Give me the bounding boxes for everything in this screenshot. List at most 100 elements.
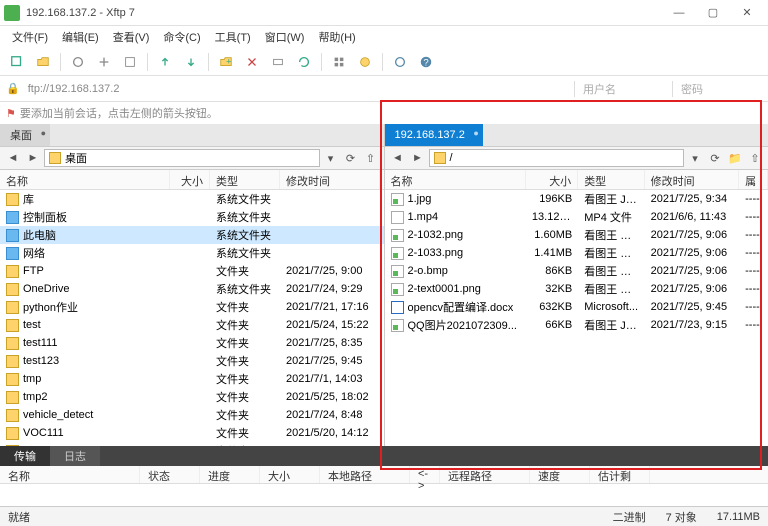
close-tab-icon[interactable]: ● — [473, 128, 478, 138]
close-button[interactable]: ✕ — [730, 1, 764, 25]
props-button[interactable] — [119, 51, 141, 73]
file-row[interactable]: python作业 文件夹2021/7/21, 17:16 — [0, 298, 384, 316]
col-type[interactable]: 类型 — [578, 170, 644, 189]
menu-view[interactable]: 查看(V) — [107, 27, 156, 47]
log-tab[interactable]: 日志 — [50, 446, 100, 466]
file-mtime: 2021/7/25, 9:00 — [280, 264, 380, 278]
remote-file-list[interactable]: 1.jpg196KB看图王 JP...2021/7/25, 9:34----1.… — [385, 190, 768, 446]
file-row[interactable]: 此电脑系统文件夹 — [0, 226, 384, 244]
menu-help[interactable]: 帮助(H) — [312, 27, 361, 47]
refresh-icon[interactable]: ⟳ — [706, 149, 724, 167]
up-icon[interactable]: ⇧ — [362, 149, 380, 167]
fwd-button[interactable]: ► — [24, 149, 42, 167]
password-field[interactable]: 密码 — [672, 81, 762, 97]
file-name: vehicle_detect — [23, 409, 93, 421]
file-row[interactable]: vehicle_detect文件夹2021/7/24, 8:48 — [0, 406, 384, 424]
transfer-list[interactable] — [0, 484, 768, 506]
rename-button[interactable] — [267, 51, 289, 73]
minimize-button[interactable]: — — [662, 1, 696, 25]
transfer-header: 名称 状态 进度 大小 本地路径 <-> 远程路径 速度 估计剩 — [0, 466, 768, 484]
file-row[interactable]: OneDrive系统文件夹2021/7/24, 9:29 — [0, 280, 384, 298]
file-attr: ---- — [739, 192, 768, 206]
file-row[interactable]: tmp2文件夹2021/5/25, 18:02 — [0, 388, 384, 406]
col-mtime[interactable]: 修改时间 — [645, 170, 740, 189]
app-icon — [4, 5, 20, 21]
close-tab-icon[interactable]: ● — [41, 128, 46, 138]
col-size[interactable]: 大小 — [526, 170, 578, 189]
file-row[interactable]: test111文件夹2021/7/25, 8:35 — [0, 334, 384, 352]
remote-tab[interactable]: 192.168.137.2● — [385, 124, 483, 146]
menu-edit[interactable]: 编辑(E) — [56, 27, 105, 47]
transfer-tab[interactable]: 传输 — [0, 446, 50, 466]
folder-icon — [49, 152, 61, 164]
file-mtime: 2021/7/21, 17:16 — [280, 300, 380, 314]
file-row[interactable]: 控制面板系统文件夹 — [0, 208, 384, 226]
file-row[interactable]: test123文件夹2021/7/25, 9:45 — [0, 352, 384, 370]
menu-tool[interactable]: 工具(T) — [209, 27, 257, 47]
new-session-button[interactable] — [6, 51, 28, 73]
disconnect-button[interactable] — [93, 51, 115, 73]
file-row[interactable]: 2-text0001.png32KB看图王 PN...2021/7/25, 9:… — [385, 280, 768, 298]
dropdown-icon[interactable]: ▾ — [686, 149, 704, 167]
up-icon[interactable]: ⇧ — [746, 149, 764, 167]
file-mtime: 2021/5/25, 18:02 — [280, 390, 380, 404]
file-icon — [391, 301, 404, 314]
download-button[interactable] — [180, 51, 202, 73]
col-name[interactable]: 名称 — [385, 170, 526, 189]
file-row[interactable]: 库系统文件夹 — [0, 190, 384, 208]
file-size — [170, 216, 210, 218]
local-tab[interactable]: 桌面● — [0, 124, 50, 146]
file-row[interactable]: VOC111文件夹2021/5/20, 14:12 — [0, 424, 384, 442]
refresh-button[interactable] — [293, 51, 315, 73]
view-button[interactable] — [328, 51, 350, 73]
file-row[interactable]: 网络系统文件夹 — [0, 244, 384, 262]
file-row[interactable]: 2-o.bmp86KB看图王 BM...2021/7/25, 9:06---- — [385, 262, 768, 280]
back-button[interactable]: ◄ — [4, 149, 22, 167]
refresh-icon[interactable]: ⟳ — [342, 149, 360, 167]
file-mtime — [280, 216, 380, 218]
file-name: opencv配置编译.docx — [408, 299, 514, 315]
delete-button[interactable] — [241, 51, 263, 73]
menubar: 文件(F) 编辑(E) 查看(V) 命令(C) 工具(T) 窗口(W) 帮助(H… — [0, 26, 768, 48]
address-url[interactable]: ftp://192.168.137.2 — [28, 83, 566, 95]
fwd-button[interactable]: ► — [409, 149, 427, 167]
file-row[interactable]: 2-1033.png1.41MB看图王 PN...2021/7/25, 9:06… — [385, 244, 768, 262]
file-name: 网络 — [23, 245, 45, 261]
newfolder-button[interactable]: + — [215, 51, 237, 73]
username-field[interactable]: 用户名 — [574, 81, 664, 97]
window-title: 192.168.137.2 - Xftp 7 — [26, 7, 662, 19]
menu-cmd[interactable]: 命令(C) — [157, 27, 206, 47]
col-mtime[interactable]: 修改时间 — [280, 170, 380, 189]
file-attr: ---- — [739, 282, 768, 296]
reconnect-button[interactable] — [67, 51, 89, 73]
local-path-input[interactable]: 桌面 — [44, 149, 320, 167]
col-attr[interactable]: 属性 — [739, 170, 768, 189]
file-type: 文件夹 — [210, 298, 280, 316]
file-row[interactable]: tmp文件夹2021/7/1, 14:03 — [0, 370, 384, 388]
menu-file[interactable]: 文件(F) — [6, 27, 54, 47]
file-row[interactable]: QQ图片2021072309...66KB看图王 JP...2021/7/23,… — [385, 316, 768, 334]
remote-path-input[interactable]: / — [429, 149, 685, 167]
file-row[interactable]: 1.mp413.12MBMP4 文件2021/6/6, 11:43---- — [385, 208, 768, 226]
maximize-button[interactable]: ▢ — [696, 1, 730, 25]
file-row[interactable]: test文件夹2021/5/24, 15:22 — [0, 316, 384, 334]
upload-button[interactable] — [154, 51, 176, 73]
file-row[interactable]: 1.jpg196KB看图王 JP...2021/7/25, 9:34---- — [385, 190, 768, 208]
file-row[interactable]: opencv配置编译.docx632KBMicrosoft...2021/7/2… — [385, 298, 768, 316]
file-row[interactable]: FTP文件夹2021/7/25, 9:00 — [0, 262, 384, 280]
col-type[interactable]: 类型 — [210, 170, 280, 189]
menu-win[interactable]: 窗口(W) — [259, 27, 311, 47]
sync-button[interactable] — [354, 51, 376, 73]
file-name: python作业 — [23, 299, 78, 315]
help-button[interactable]: ? — [415, 51, 437, 73]
options-button[interactable] — [389, 51, 411, 73]
open-button[interactable] — [32, 51, 54, 73]
local-file-list[interactable]: 库系统文件夹控制面板系统文件夹此电脑系统文件夹网络系统文件夹FTP文件夹2021… — [0, 190, 384, 446]
col-name[interactable]: 名称 — [0, 170, 170, 189]
back-button[interactable]: ◄ — [389, 149, 407, 167]
dropdown-icon[interactable]: ▾ — [322, 149, 340, 167]
col-size[interactable]: 大小 — [170, 170, 210, 189]
newfolder-icon[interactable]: 📁 — [726, 149, 744, 167]
file-icon — [391, 247, 404, 260]
file-row[interactable]: 2-1032.png1.60MB看图王 PN...2021/7/25, 9:06… — [385, 226, 768, 244]
